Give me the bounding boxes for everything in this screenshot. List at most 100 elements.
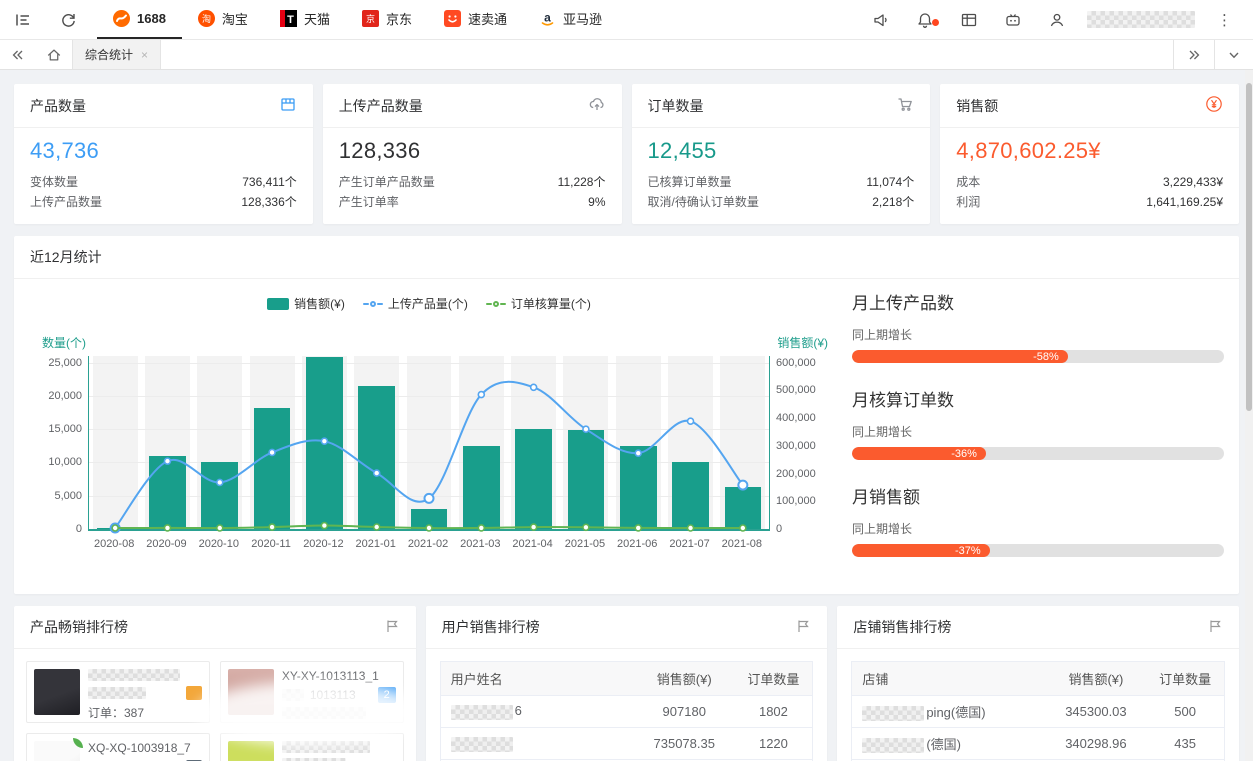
user-rank-header: 用户销售排行榜	[426, 606, 828, 649]
account-icon[interactable]	[1035, 11, 1079, 29]
scroll-tabs-left-icon[interactable]	[0, 40, 36, 69]
stat-sub-row: 产生订单率9%	[339, 192, 606, 212]
y-axis-tick-left: 5,000	[30, 490, 82, 502]
platform-tab-1688[interactable]: 1688	[97, 0, 182, 39]
name-suffix: ping(德国)	[926, 705, 985, 720]
refresh-icon[interactable]	[46, 0, 91, 39]
product-card[interactable]	[220, 733, 404, 761]
tab-close-icon[interactable]: ×	[141, 48, 148, 62]
stat-card: 订单数量12,455已核算订单数量11,074个取消/待确认订单数量2,218个	[632, 84, 931, 224]
stat-card-value: 12,455	[648, 138, 915, 164]
scroll-tabs-right-icon[interactable]	[1173, 40, 1214, 69]
growth-stats-panel: 月上传产品数同上期增长-58%月核算订单数同上期增长-36%月销售额同上期增长-…	[828, 287, 1223, 580]
announcement-icon[interactable]	[859, 11, 903, 29]
legend-item[interactable]: 订单核算量(个)	[486, 295, 591, 312]
stat-sub-value: 11,228个	[558, 172, 606, 192]
sales-cell: 340298.96	[1046, 728, 1147, 760]
platform-tabs: 1688淘淘宝T天猫京京东速卖通a亚马逊	[97, 0, 618, 39]
platform-tab-淘宝[interactable]: 淘淘宝	[182, 0, 264, 39]
platform-icon-1688	[113, 10, 130, 27]
flag-icon	[1207, 618, 1223, 637]
sales-cell: 907180	[634, 696, 735, 728]
page-tabbar: 综合统计 ×	[0, 40, 1253, 70]
notifications-bell-icon[interactable]	[903, 11, 947, 29]
shop-rank-panel: 店铺销售排行榜 店铺销售额(¥)订单数量ping(德国)345300.03500…	[837, 606, 1239, 761]
stat-card-body: 128,336产生订单产品数量11,228个产生订单率9%	[323, 128, 622, 224]
stat-sub-row: 变体数量736,411个	[30, 172, 297, 192]
stat-sub-value: 1,641,169.25¥	[1146, 192, 1223, 212]
platform-tab-天猫[interactable]: T天猫	[264, 0, 346, 39]
home-icon[interactable]	[36, 40, 72, 69]
shop-rank-table: 店铺销售额(¥)订单数量ping(德国)345300.03500(德国)3402…	[851, 661, 1225, 761]
scrollbar-thumb[interactable]	[1246, 83, 1252, 411]
y-axis-tick-right: 100,000	[776, 495, 828, 507]
stat-sub-value: 9%	[588, 192, 605, 212]
count-badge: 2	[378, 687, 396, 703]
svg-text:T: T	[287, 14, 294, 26]
growth-progress-track: -58%	[852, 350, 1224, 363]
platform-tab-label: 亚马逊	[563, 9, 602, 28]
stat-sub-label: 已核算订单数量	[648, 172, 732, 192]
platform-tab-京东[interactable]: 京京东	[346, 0, 428, 39]
y-axis-tick-left: 25,000	[30, 357, 82, 369]
stat-sub-row: 产生订单产品数量 11,228个	[339, 172, 606, 192]
monthly-stats-card: 近12月统计 销售额(¥) 上传产品量(个) 订单核算量(个) 数量(个) 销售额(…	[14, 236, 1239, 594]
stat-sub-row: 成本 3,229,433¥	[956, 172, 1223, 192]
product-card[interactable]: XQ-XQ-1003918_7	[26, 733, 210, 761]
platform-tab-label: 速卖通	[468, 9, 507, 28]
stat-sub-label: 取消/待确认订单数量	[648, 192, 759, 212]
customer-service-icon[interactable]	[991, 11, 1035, 29]
more-menu-icon[interactable]: ⋮	[1203, 11, 1243, 29]
rank-badge-icon	[186, 686, 202, 700]
platform-icon-天猫: T	[280, 10, 297, 27]
collapse-menu-icon[interactable]	[0, 0, 46, 39]
platform-icon-速卖通	[444, 10, 461, 27]
growth-label: 同上期增长	[852, 326, 1223, 343]
svg-text:京: 京	[366, 13, 375, 24]
stat-sub-row: 上传产品数量128,336个	[30, 192, 297, 212]
product-image-sneaker	[34, 741, 80, 761]
platform-icon-淘宝: 淘	[198, 10, 215, 27]
column-header: 销售额(¥)	[1046, 662, 1147, 696]
dashboard: 产品数量43,736变体数量736,411个上传产品数量128,336个上传产品…	[0, 70, 1253, 761]
monthly-stats-title: 近12月统计	[30, 247, 102, 267]
tab-summary-stats[interactable]: 综合统计 ×	[72, 40, 161, 69]
apps-grid-icon[interactable]	[947, 11, 991, 29]
stat-sub-value: 736,411个	[242, 172, 297, 192]
legend-item[interactable]: 上传产品量(个)	[363, 295, 468, 312]
stat-card-body: 12,455已核算订单数量11,074个取消/待确认订单数量2,218个	[632, 128, 931, 224]
y-axis-tick-left: 15,000	[30, 423, 82, 435]
shop-rank-header: 店铺销售排行榜	[837, 606, 1239, 649]
monthly-stats-header: 近12月统计	[14, 236, 1239, 279]
stat-sub-value: 3,229,433¥	[1163, 172, 1223, 192]
table-body: ping(德国)345300.03500(德国)340298.96435WU(德…	[852, 696, 1225, 761]
tab-options-chevron-icon[interactable]	[1214, 40, 1253, 69]
stat-sub-label: 上传产品数量	[30, 192, 102, 212]
redacted-text	[88, 687, 146, 699]
stat-sub-label: 成本	[956, 172, 980, 192]
growth-block: 月上传产品数同上期增长-58%	[852, 289, 1223, 363]
legend-label: 订单核算量(个)	[511, 295, 591, 312]
product-cards-grid: 订单：387 XY-XY-1013113_1 10131132 XQ-XQ-10…	[14, 649, 416, 761]
line-series-layer	[89, 356, 769, 529]
orders-cell: 500	[1146, 696, 1224, 728]
page-scrollbar	[1245, 70, 1253, 761]
left-axis-name: 数量(个)	[42, 334, 86, 351]
product-card[interactable]: XY-XY-1013113_1 10131132	[220, 661, 404, 723]
platform-tab-亚马逊[interactable]: a 亚马逊	[523, 0, 618, 39]
legend-item[interactable]: 销售额(¥)	[267, 295, 345, 312]
platform-tab-label: 淘宝	[222, 9, 248, 28]
product-card[interactable]: 订单：387	[26, 661, 210, 723]
growth-title: 月核算订单数	[852, 386, 1223, 411]
chart-legend: 销售额(¥) 上传产品量(个) 订单核算量(个)	[30, 295, 828, 312]
user-rank-table: 用户姓名销售额(¥)订单数量69071801802735078.35122055…	[440, 661, 814, 761]
stat-sub-label: 产生订单产品数量	[339, 172, 435, 192]
product-sku2: 1013113	[310, 688, 356, 702]
stat-card-body: 4,870,602.25¥成本3,229,433¥利润1,641,169.25¥	[940, 128, 1239, 224]
redacted-name	[862, 706, 924, 721]
stat-card: 产品数量43,736变体数量736,411个上传产品数量128,336个	[14, 84, 313, 224]
svg-text:a: a	[544, 11, 551, 25]
svg-text:淘: 淘	[202, 13, 211, 24]
platform-tab-速卖通[interactable]: 速卖通	[428, 0, 523, 39]
leaf-badge-icon	[73, 738, 83, 748]
